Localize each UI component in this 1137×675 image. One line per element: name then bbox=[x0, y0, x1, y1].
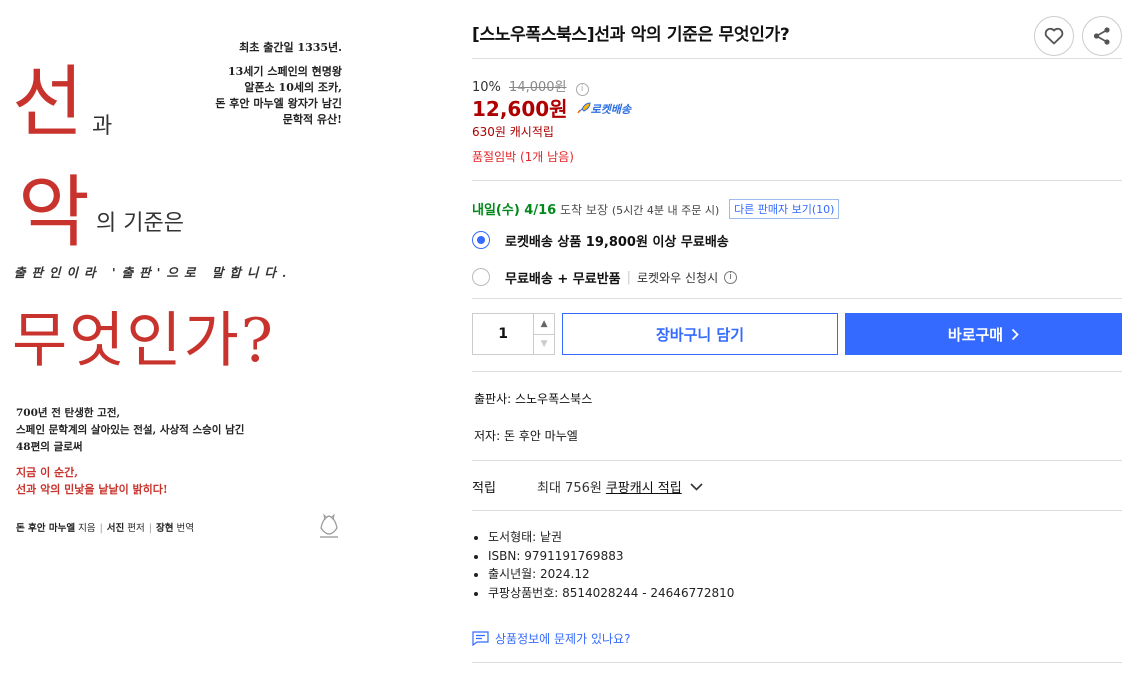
cover-author-name: 돈 후안 마누엘 bbox=[16, 523, 76, 534]
cover-description-red: 지금 이 순간, 선과 악의 민낯을 낱낱이 밝히다! bbox=[16, 464, 168, 498]
cash-reward-label: 적립 bbox=[472, 481, 496, 496]
cover-title-seon: 선 bbox=[12, 58, 84, 148]
cover-title-gwa: 과 bbox=[92, 114, 113, 139]
chevron-right-icon bbox=[1011, 328, 1019, 340]
comment-icon bbox=[472, 631, 489, 646]
delivery-option-sublabel: 로켓와우 신청시 bbox=[637, 270, 719, 285]
quantity-input[interactable]: 1 bbox=[473, 314, 535, 354]
cash-reward-row: 적립 최대 756원 쿠팡캐시 적립 bbox=[472, 477, 703, 496]
cash-reward-link[interactable]: 쿠팡캐시 적립 bbox=[606, 477, 682, 496]
delivery-option-wow[interactable]: 무료배송 + 무료반품 | 로켓와우 신청시 i bbox=[472, 267, 738, 287]
delivery-option-label: 로켓배송 상품 19,800원 이상 무료배송 bbox=[505, 234, 729, 250]
product-details-list: 도서형태: 낱권 ISBN: 9791191769883 출시년월: 2024.… bbox=[488, 528, 734, 602]
report-issue-link[interactable]: 상품정보에 문제가 있나요? bbox=[472, 630, 630, 647]
cash-reward: 630원 캐시적립 bbox=[472, 125, 554, 139]
report-issue-label: 상품정보에 문제가 있나요? bbox=[495, 632, 631, 646]
cover-translator-name: 장현 bbox=[155, 523, 174, 534]
other-sellers-button[interactable]: 다른 판매자 보기(10) bbox=[729, 199, 840, 219]
wishlist-button[interactable] bbox=[1034, 16, 1074, 56]
rocket-delivery-badge: 로켓배송 bbox=[577, 102, 632, 116]
share-button[interactable] bbox=[1082, 16, 1122, 56]
arrival-condition: (5시간 4분 내 주문 시) bbox=[611, 204, 720, 217]
cover-tagline-line: 알폰소 10세의 조카, bbox=[244, 81, 342, 94]
buy-now-label: 바로구매 bbox=[947, 325, 1004, 344]
author-info: 저자: 돈 후안 마누엘 bbox=[474, 429, 578, 443]
divider bbox=[472, 58, 1122, 59]
cover-title-gijun: 의 기준은 bbox=[96, 211, 184, 236]
arrival-date: 내일(수) 4/16 bbox=[472, 203, 557, 218]
cover-desc-red-line: 지금 이 순간, bbox=[16, 466, 79, 479]
detail-item: 출시년월: 2024.12 bbox=[488, 565, 734, 584]
detail-item: 도서형태: 낱권 bbox=[488, 528, 734, 547]
quantity-stepper[interactable]: 1 ▲ ▼ bbox=[472, 313, 555, 355]
radio-selected[interactable] bbox=[472, 231, 490, 249]
cover-slogan: 출판인이라 '출판'으로 말합니다. bbox=[14, 265, 293, 280]
chevron-down-icon[interactable] bbox=[690, 482, 703, 491]
cover-credits: 돈 후안 마누엘 지음 | 서진 편저 | 장현 번역 bbox=[16, 520, 194, 534]
cover-tagline-line: 문학적 유산! bbox=[282, 113, 342, 126]
info-icon[interactable]: i bbox=[724, 270, 738, 284]
cover-title-mueot: 무엇인가? bbox=[12, 306, 275, 376]
cover-description: 700년 전 탄생한 고전, 스페인 문학계의 살아있는 전설, 사상적 스승이… bbox=[16, 405, 244, 456]
detail-item: 쿠팡상품번호: 8514028244 - 24646772810 bbox=[488, 584, 734, 603]
cover-tagline: 최초 출간일 1335년. 13세기 스페인의 현명왕 알폰소 10세의 조카,… bbox=[215, 40, 342, 128]
publisher-fox-logo-icon bbox=[320, 513, 338, 538]
share-icon bbox=[1093, 27, 1110, 45]
cover-desc-line: 스페인 문학계의 살아있는 전설, 사상적 스승이 남긴 bbox=[16, 424, 245, 436]
divider bbox=[472, 662, 1122, 663]
option-divider: | bbox=[626, 269, 632, 285]
publisher-info: 출판사: 스노우폭스북스 bbox=[474, 392, 593, 406]
cover-first-published: 최초 출간일 1335년. bbox=[239, 41, 342, 54]
stock-warning: 품절임박 (1개 남음) bbox=[472, 150, 574, 164]
cover-editor-name: 서진 bbox=[106, 523, 125, 534]
divider bbox=[472, 510, 1122, 511]
cover-tagline-line: 13세기 스페인의 현명왕 bbox=[227, 65, 342, 78]
divider bbox=[472, 460, 1122, 461]
cover-title-ak: 악 bbox=[18, 168, 90, 258]
book-cover-image[interactable]: 최초 출간일 1335년. 13세기 스페인의 현명왕 알폰소 10세의 조카,… bbox=[0, 0, 372, 675]
delivery-option-label: 무료배송 + 무료반품 bbox=[505, 271, 621, 287]
cover-desc-line: 700년 전 탄생한 고전, bbox=[16, 407, 121, 419]
quantity-increase-icon[interactable]: ▲ bbox=[534, 314, 554, 335]
quantity-arrows: ▲ ▼ bbox=[534, 314, 554, 354]
cover-desc-line: 48편의 글로써 bbox=[16, 441, 83, 453]
add-to-cart-button[interactable]: 장바구니 담기 bbox=[562, 313, 838, 355]
radio-unselected[interactable] bbox=[472, 268, 490, 286]
cover-tagline-line: 돈 후안 마누엘 왕자가 남긴 bbox=[215, 97, 342, 110]
divider bbox=[472, 298, 1122, 299]
divider bbox=[472, 371, 1122, 372]
price-row: 12,600원 로켓배송 bbox=[472, 93, 631, 122]
rocket-delivery-label: 로켓배송 bbox=[590, 103, 632, 116]
product-title: [스노우폭스북스]선과 악의 기준은 무엇인가? bbox=[472, 25, 790, 45]
cover-editor-role: 편저 bbox=[127, 523, 145, 534]
detail-item: ISBN: 9791191769883 bbox=[488, 547, 734, 566]
heart-icon bbox=[1044, 27, 1064, 45]
buy-now-button[interactable]: 바로구매 bbox=[845, 313, 1122, 355]
cover-desc-red-line: 선과 악의 민낯을 낱낱이 밝히다! bbox=[16, 483, 168, 496]
delivery-option-rocket[interactable]: 로켓배송 상품 19,800원 이상 무료배송 bbox=[472, 230, 729, 250]
cover-translator-role: 번역 bbox=[176, 523, 194, 534]
arrival-guarantee: 도착 보장 bbox=[560, 203, 608, 217]
rocket-icon bbox=[577, 102, 591, 114]
divider bbox=[472, 180, 1122, 181]
quantity-decrease-icon[interactable]: ▼ bbox=[534, 335, 554, 355]
credit-separator: | bbox=[148, 523, 152, 534]
credit-separator: | bbox=[99, 523, 103, 534]
cover-author-role: 지음 bbox=[78, 523, 96, 534]
arrival-info: 내일(수) 4/16 도착 보장 (5시간 4분 내 주문 시) 다른 판매자 … bbox=[472, 199, 840, 219]
sale-price: 12,600원 bbox=[472, 97, 568, 121]
cash-reward-max: 최대 756원 bbox=[537, 481, 602, 496]
